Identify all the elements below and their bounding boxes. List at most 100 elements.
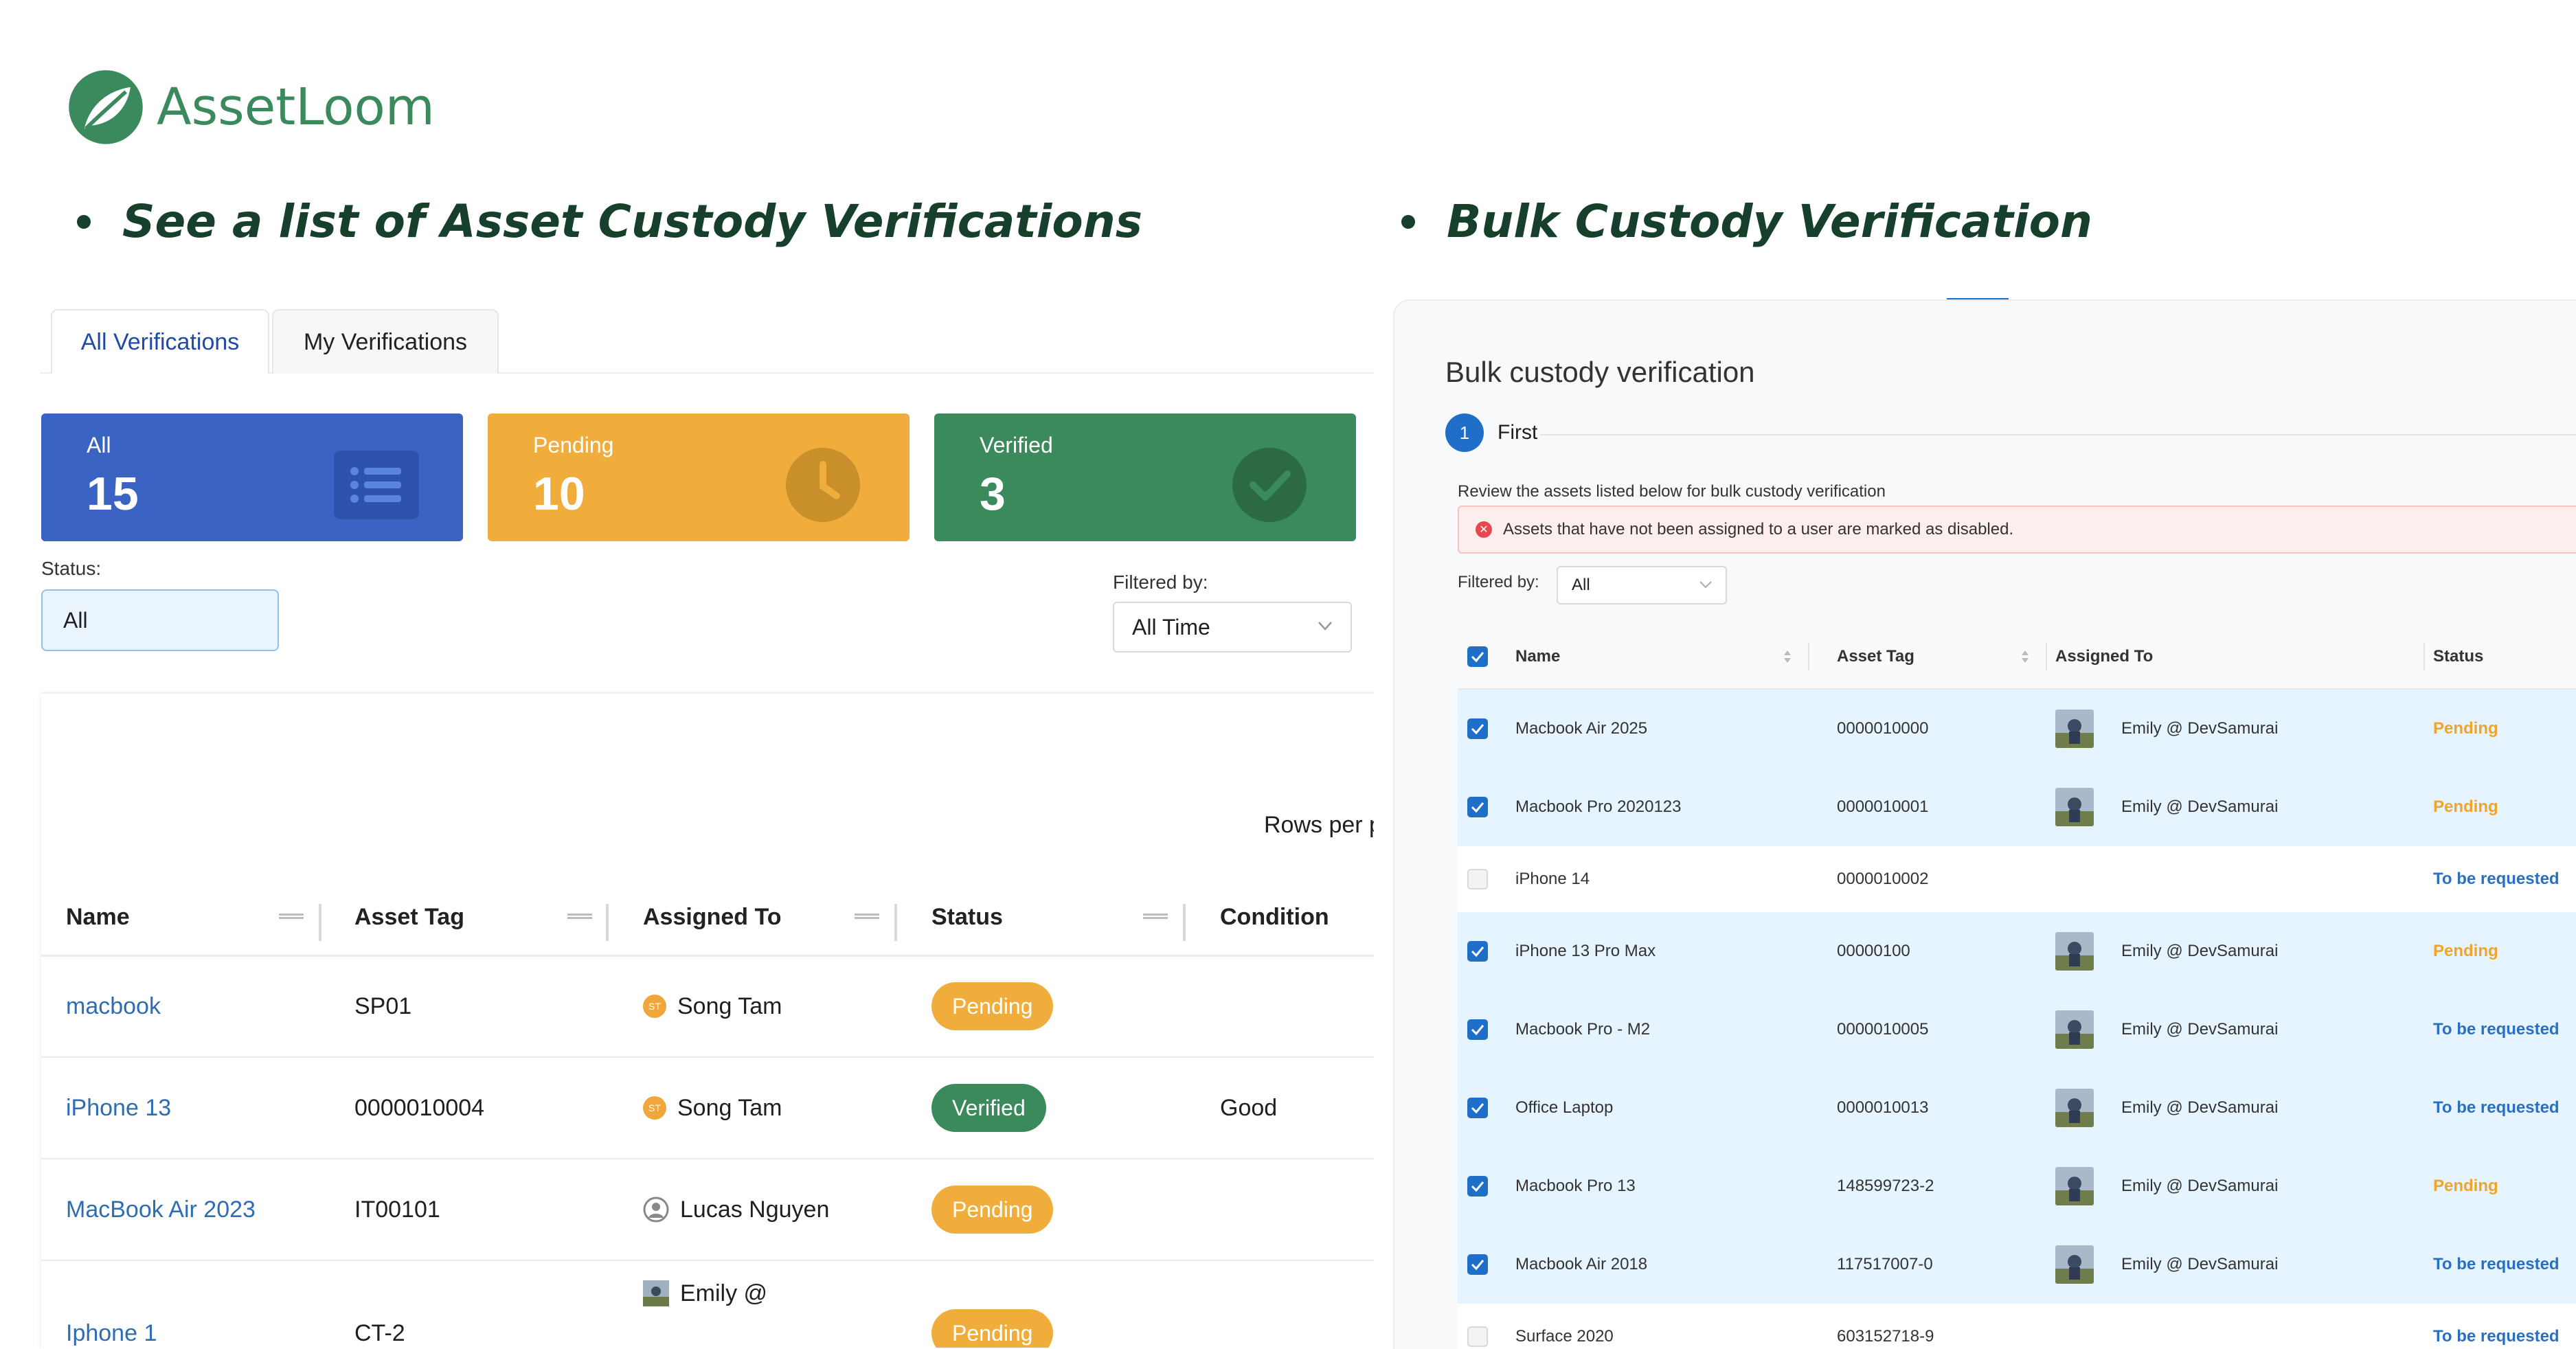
column-header-asset-tag[interactable]: Asset Tag xyxy=(354,879,464,955)
row-checkbox[interactable] xyxy=(1467,941,1488,962)
check-icon xyxy=(1471,1181,1484,1192)
row-checkbox[interactable] xyxy=(1467,1254,1488,1275)
asset-tag: 0000010005 xyxy=(1837,1020,1929,1039)
check-icon xyxy=(1471,1025,1484,1036)
asset-name-link[interactable]: macbook xyxy=(66,956,161,1056)
table-row[interactable]: Macbook Air 2025 0000010000 Emily @ DevSam… xyxy=(1458,690,2576,768)
table-row[interactable]: macbook SP01 ST Song Tam Pending xyxy=(41,956,1374,1058)
assignee: Emily @ DevSamurai xyxy=(2055,1147,2278,1225)
status-text: To be requested xyxy=(2433,1098,2560,1117)
row-checkbox[interactable] xyxy=(1467,1019,1488,1040)
table-row[interactable]: Macbook Pro 2020123 0000010001 Emily @ Dev… xyxy=(1458,768,2576,846)
column-separator xyxy=(1808,643,1809,670)
assignee-name: Emily @ DevSamurai xyxy=(2121,942,2279,960)
status-select-value: All xyxy=(63,607,88,633)
table-row[interactable]: Surface 2020 603152718-9 To be requested xyxy=(1458,1304,2576,1349)
tab-all-verifications[interactable]: All Verifications xyxy=(51,309,269,374)
asset-name-link[interactable]: iPhone 13 xyxy=(66,1058,171,1158)
assignee-name: Emily @ DevSamurai xyxy=(2121,1098,2279,1117)
assignee-name: Emily @ DevSamurai xyxy=(2121,1255,2279,1273)
column-resizer[interactable] xyxy=(1183,904,1186,941)
column-header-status[interactable]: Status xyxy=(931,879,1003,955)
status-select[interactable]: All xyxy=(41,589,279,651)
bullet-icon xyxy=(1401,214,1415,229)
column-header-assigned-to[interactable]: Assigned To xyxy=(643,879,782,955)
drag-handle-icon[interactable] xyxy=(567,914,592,919)
asset-name-link[interactable]: MacBook Air 2023 xyxy=(66,1159,256,1260)
sort-icon[interactable] xyxy=(2021,648,2029,665)
user-photo-icon xyxy=(2055,1245,2094,1284)
assignee-name: Emily @ DevSamurai xyxy=(2121,719,2279,738)
asset-tag: 603152718-9 xyxy=(1837,1327,1934,1346)
table-row[interactable]: iPhone 14 0000010002 To be requested xyxy=(1458,846,2576,912)
status-badge: Pending xyxy=(931,1186,1054,1234)
avatar: ST xyxy=(643,995,666,1018)
bulk-verification-panel: Bulk custody verification 1 First Review… xyxy=(1393,299,2576,1349)
list-icon xyxy=(334,451,419,519)
row-checkbox[interactable] xyxy=(1467,797,1488,817)
drag-handle-icon[interactable] xyxy=(1143,914,1168,919)
headline-right: Bulk Custody Verification xyxy=(1401,195,2092,248)
column-header-asset-tag[interactable]: Asset Tag xyxy=(1837,625,1914,688)
status-text: To be requested xyxy=(2433,1255,2560,1273)
user-avatar-icon xyxy=(643,1197,669,1223)
user-photo-icon xyxy=(2055,1089,2094,1127)
tab-my-verifications[interactable]: My Verifications xyxy=(272,309,499,374)
bulk-filter-select[interactable]: All xyxy=(1557,566,1727,604)
status-text: Pending xyxy=(2433,942,2498,960)
select-all-checkbox[interactable] xyxy=(1467,646,1488,667)
sort-icon[interactable] xyxy=(1783,648,1792,665)
column-header-name[interactable]: Name xyxy=(1515,625,1560,688)
column-header-condition[interactable]: Condition xyxy=(1220,879,1329,955)
chevron-down-icon xyxy=(1318,622,1332,631)
asset-name: Macbook Pro 2020123 xyxy=(1515,797,1682,816)
status-text: To be requested xyxy=(2433,1020,2560,1039)
asset-name: Macbook Pro - M2 xyxy=(1515,1020,1651,1039)
drag-handle-icon[interactable] xyxy=(279,914,304,919)
column-resizer[interactable] xyxy=(319,904,321,941)
assignee: Emily @ DevSamurai xyxy=(2055,1069,2278,1147)
stat-card-verified[interactable]: Verified 3 xyxy=(934,413,1356,541)
tab-label: All Verifications xyxy=(80,328,240,355)
assignee: Emily @ xyxy=(643,1243,767,1344)
stat-card-pending[interactable]: Pending 10 xyxy=(488,413,909,541)
step-label: First xyxy=(1498,421,1538,444)
assignee-name: Emily @ DevSamurai xyxy=(2121,1177,2279,1195)
status-cell: Pending xyxy=(931,1283,1054,1348)
asset-name-link[interactable]: Iphone 1 xyxy=(66,1283,157,1348)
assignee: Emily @ DevSamurai xyxy=(2055,690,2278,768)
asset-name: iPhone 13 Pro Max xyxy=(1515,942,1656,960)
step-indicator[interactable]: 1 First xyxy=(1445,413,1537,452)
table-row[interactable]: Macbook Pro - M2 0000010005 Emily @ DevSam… xyxy=(1458,990,2576,1069)
table-row[interactable]: Macbook Air 2018 117517007-0 Emily @ DevSa… xyxy=(1458,1225,2576,1304)
row-checkbox[interactable] xyxy=(1467,1176,1488,1197)
table-row[interactable]: iPhone 13 0000010004 ST Song Tam Verifie… xyxy=(41,1058,1374,1159)
row-checkbox[interactable] xyxy=(1467,718,1488,739)
table-row[interactable]: iPhone 13 Pro Max 00000100 Emily @ DevSamu… xyxy=(1458,912,2576,990)
time-filter-select[interactable]: All Time xyxy=(1113,602,1352,653)
column-header-status[interactable]: Status xyxy=(2433,625,2483,688)
column-separator xyxy=(2424,643,2425,670)
table-row[interactable]: Iphone 1 CT-2 Emily @ Pending xyxy=(41,1261,1374,1348)
filtered-by-label: Filtered by: xyxy=(1113,571,1208,593)
time-filter-value: All Time xyxy=(1132,614,1210,639)
assignee: Emily @ DevSamurai xyxy=(2055,912,2278,990)
row-checkbox[interactable] xyxy=(1467,1098,1488,1118)
asset-tag: 117517007-0 xyxy=(1837,1255,1933,1273)
stat-card-all[interactable]: All 15 xyxy=(41,413,463,541)
column-resizer[interactable] xyxy=(894,904,897,941)
asset-tag: 0000010013 xyxy=(1837,1098,1929,1117)
column-resizer[interactable] xyxy=(606,904,609,941)
table-row[interactable]: Office Laptop 0000010013 Emily @ DevSamura… xyxy=(1458,1069,2576,1147)
column-header-name[interactable]: Name xyxy=(66,879,130,955)
drag-handle-icon[interactable] xyxy=(855,914,879,919)
assignee-name: Emily @ DevSamurai xyxy=(2121,1020,2279,1039)
verifications-panel: All Verifications My Verifications All 1… xyxy=(10,295,1374,1348)
brand-logo: AssetLoom xyxy=(67,69,435,146)
user-photo-icon xyxy=(2055,1010,2094,1049)
bulk-filter-value: All xyxy=(1572,576,1590,594)
column-header-assigned-to[interactable]: Assigned To xyxy=(2055,625,2153,688)
asset-tag: 0000010002 xyxy=(1837,870,1929,888)
table-row[interactable]: Macbook Pro 13 148599723-2 Emily @ DevSamu… xyxy=(1458,1147,2576,1225)
assignee-name: Song Tam xyxy=(677,993,782,1019)
